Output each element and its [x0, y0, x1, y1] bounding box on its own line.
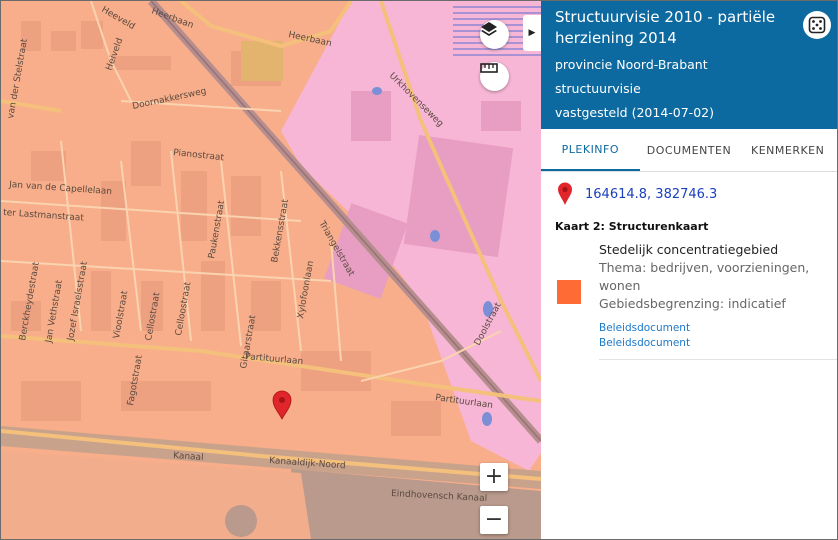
ruler-icon [480, 63, 498, 73]
info-panel: Structuurvisie 2010 - partiële herzienin… [541, 1, 837, 539]
dice-icon [808, 16, 826, 34]
plan-title: Structuurvisie 2010 - partiële herzienin… [555, 8, 776, 47]
green-patch [241, 41, 283, 81]
tab-documenten[interactable]: DOCUMENTEN [640, 129, 739, 171]
feature-name: Stedelijk concentratiegebied [599, 242, 779, 257]
tab-kenmerken[interactable]: KENMERKEN [738, 129, 837, 171]
collapse-panel-button[interactable]: ▶ [523, 15, 541, 51]
plan-type: structuurvisie [555, 81, 641, 96]
divider [599, 359, 837, 360]
location-row: 164614.8, 382746.3 [541, 172, 837, 206]
plan-status: vastgesteld (2014-07-02) [555, 105, 714, 120]
chevron-right-icon: ▶ [528, 28, 536, 38]
legend-swatch [557, 280, 581, 304]
map-view[interactable]: Heerbaan Heeveld Heerbaan Heiveld Doorna… [1, 1, 541, 539]
plan-authority: provincie Noord-Brabant [555, 57, 708, 72]
map-marker-icon [558, 182, 572, 205]
panel-header: Structuurvisie 2010 - partiële herzienin… [541, 1, 837, 129]
feature-theme: Thema: bedrijven, voorzieningen, wonen [599, 260, 810, 293]
beleidsdocument-link[interactable]: Beleidsdocument [599, 321, 829, 336]
coordinates-value: 164614.8, 382746.3 [585, 186, 718, 202]
zoom-in-button[interactable]: + [480, 463, 508, 491]
map-name: Kaart 2: Structurenkaart [555, 220, 709, 233]
layers-icon [481, 22, 497, 36]
tab-plekinfo[interactable]: PLEKINFO [541, 129, 640, 171]
app-window: Heerbaan Heeveld Heerbaan Heiveld Doorna… [0, 0, 838, 540]
measure-button[interactable] [480, 62, 509, 91]
feature-details: Stedelijk concentratiegebied Thema: bedr… [599, 241, 829, 351]
zoom-out-button[interactable]: − [480, 506, 508, 534]
feature-boundary: Gebiedsbegrenzing: indicatief [599, 296, 786, 311]
map-canvas[interactable]: Heerbaan Heeveld Heerbaan Heiveld Doorna… [1, 1, 541, 539]
panel-tabs: PLEKINFO DOCUMENTEN KENMERKEN [541, 129, 837, 172]
random-location-button[interactable] [803, 11, 831, 39]
feature-item: Stedelijk concentratiegebied Thema: bedr… [541, 233, 837, 363]
roundabout [225, 505, 257, 537]
street-label: Kanaal [173, 451, 204, 463]
layers-button[interactable] [480, 20, 509, 49]
beleidsdocument-link[interactable]: Beleidsdocument [599, 336, 829, 351]
